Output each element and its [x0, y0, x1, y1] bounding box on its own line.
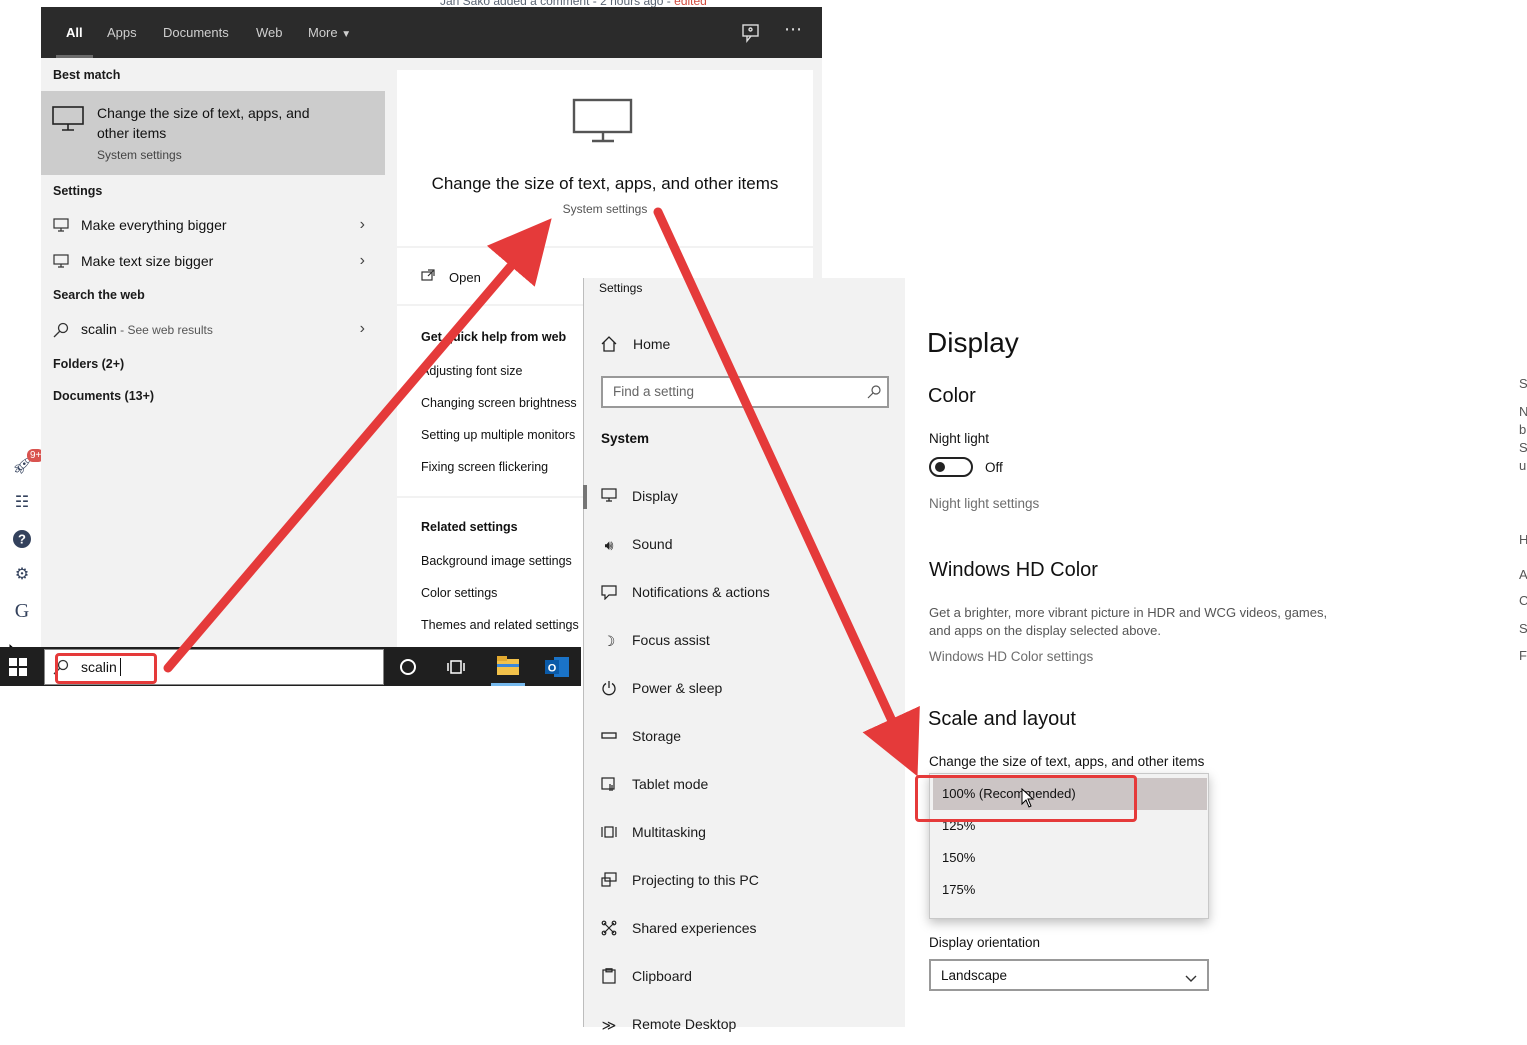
arrow-search-to-result: [163, 218, 552, 673]
arrow-result-to-scale: [653, 207, 920, 777]
annotation-arrows: [163, 207, 920, 777]
